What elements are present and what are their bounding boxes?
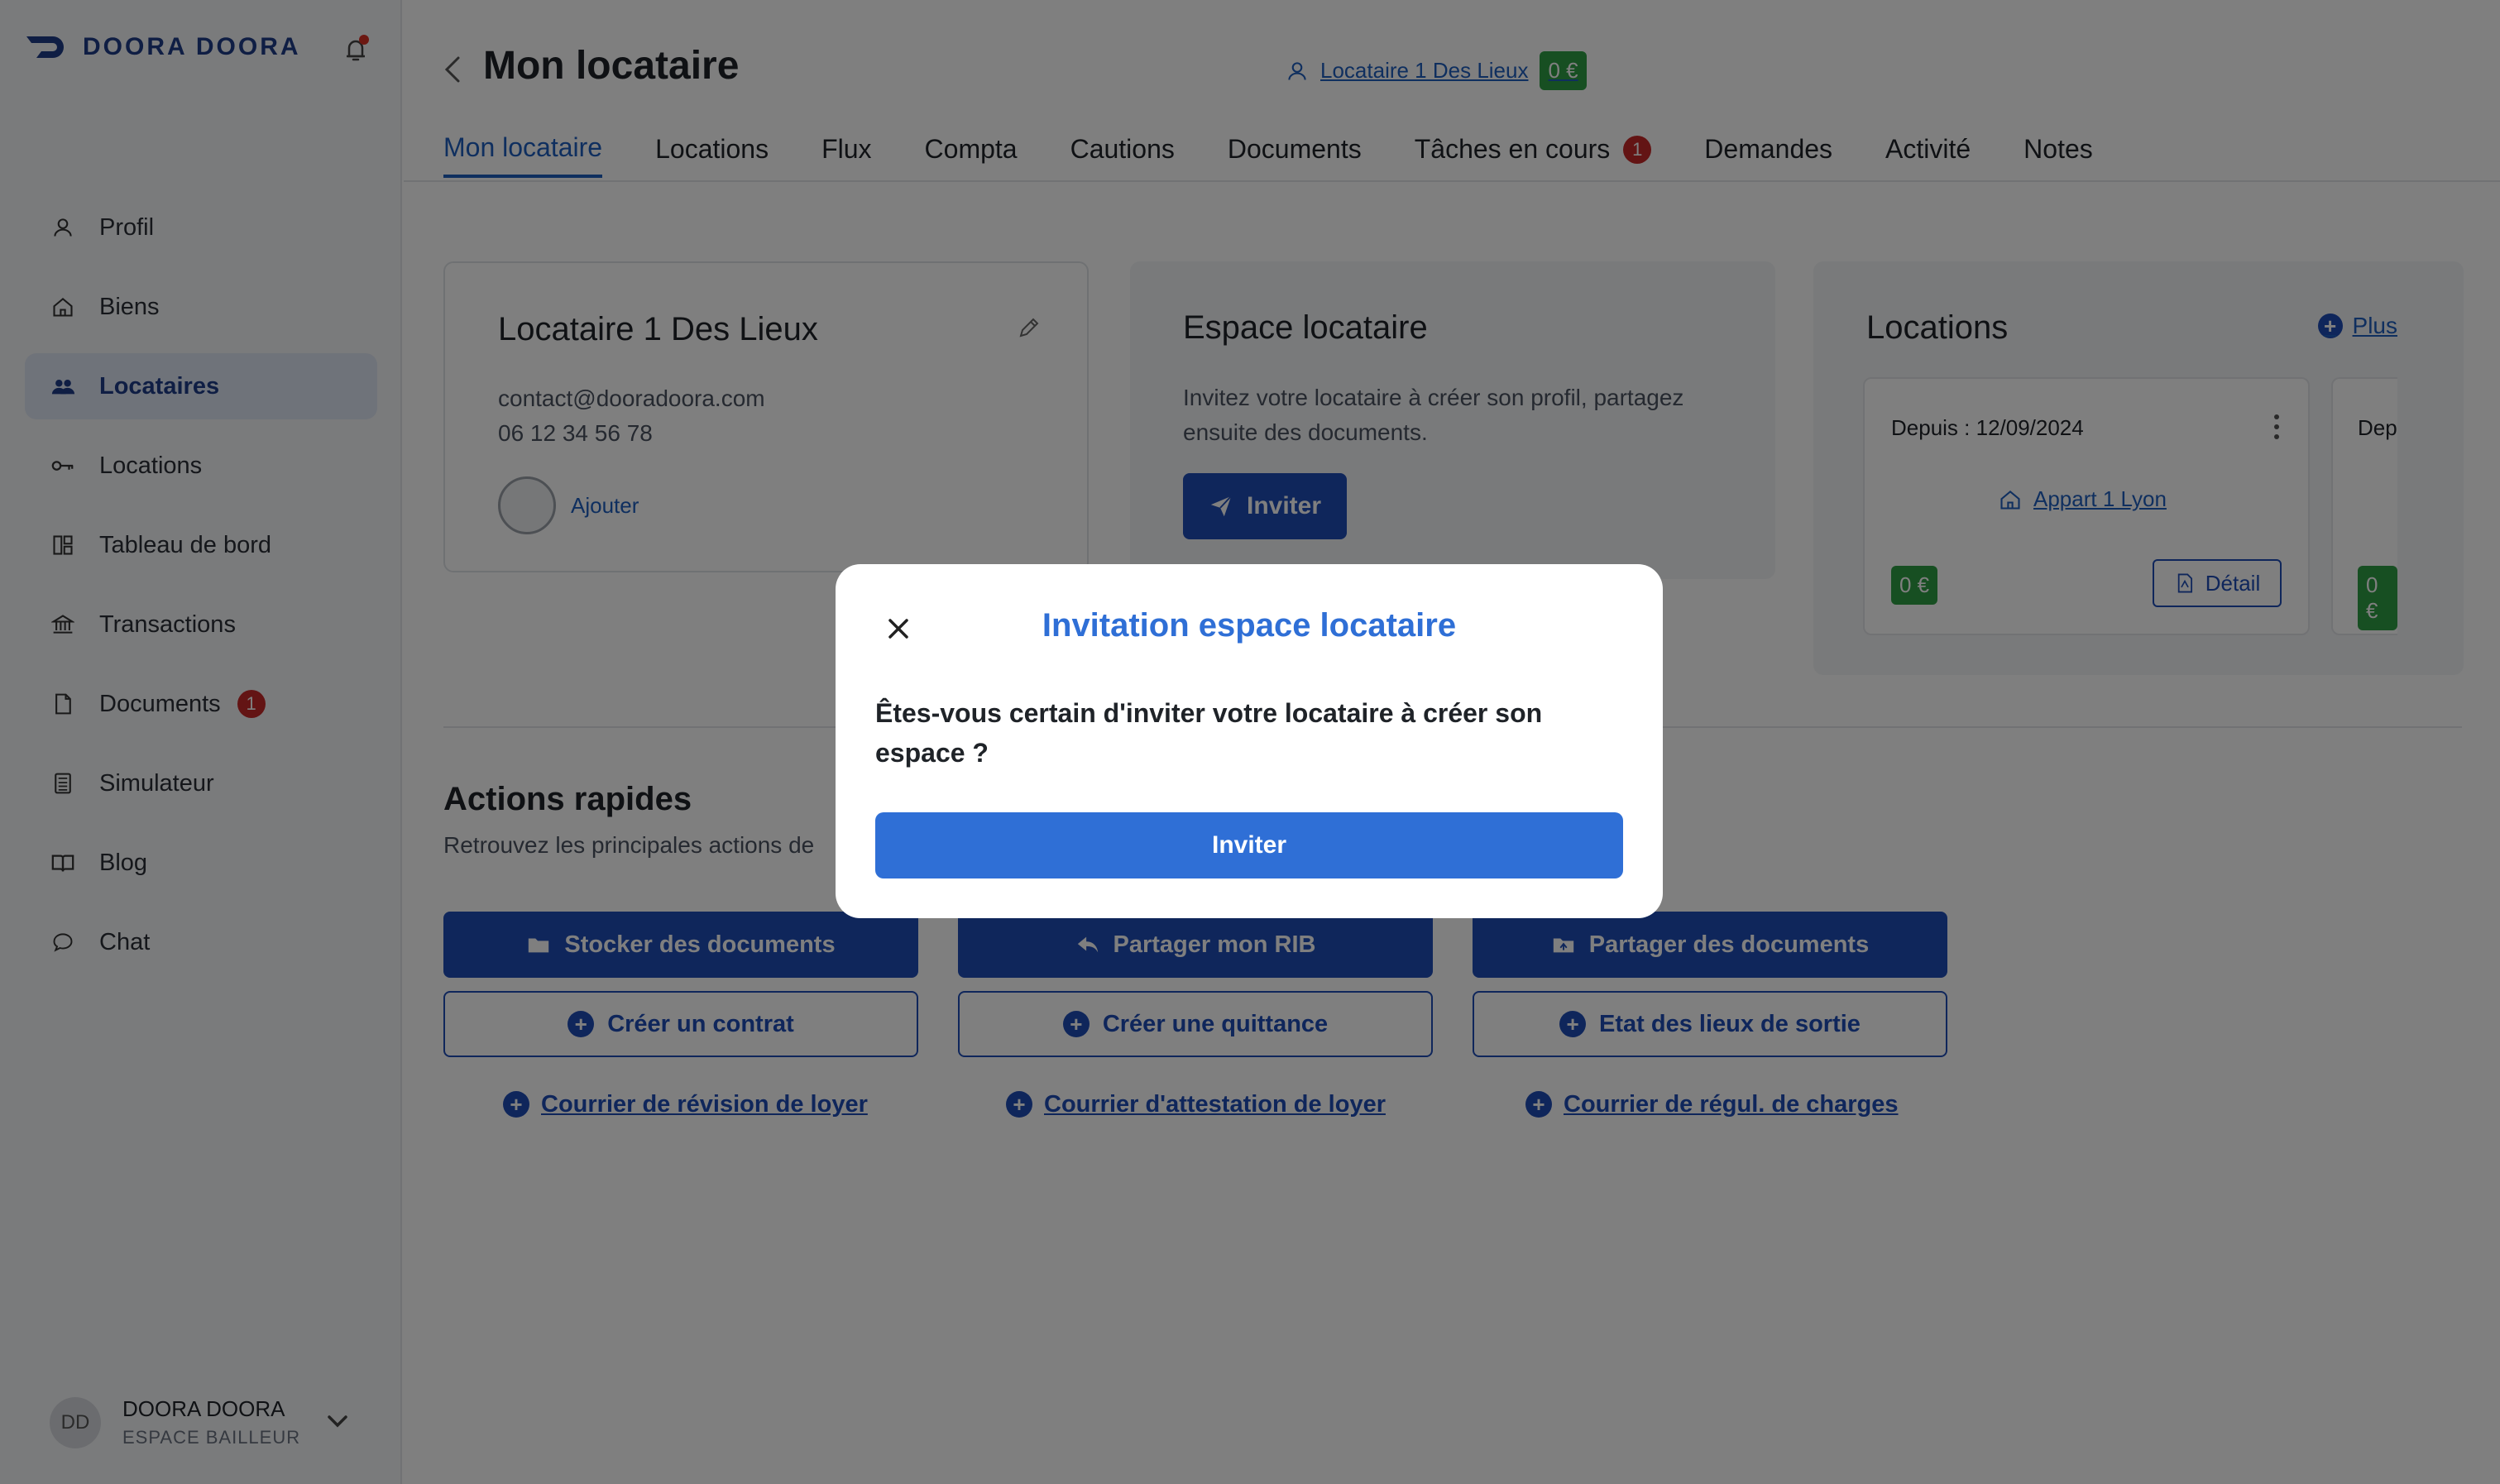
invite-modal: Invitation espace locataire Êtes-vous ce… [836, 564, 1663, 918]
modal-message: Êtes-vous certain d'inviter votre locata… [875, 698, 1543, 768]
modal-title: Invitation espace locataire [1042, 607, 1457, 644]
confirm-invite-button[interactable]: Inviter [875, 812, 1623, 878]
